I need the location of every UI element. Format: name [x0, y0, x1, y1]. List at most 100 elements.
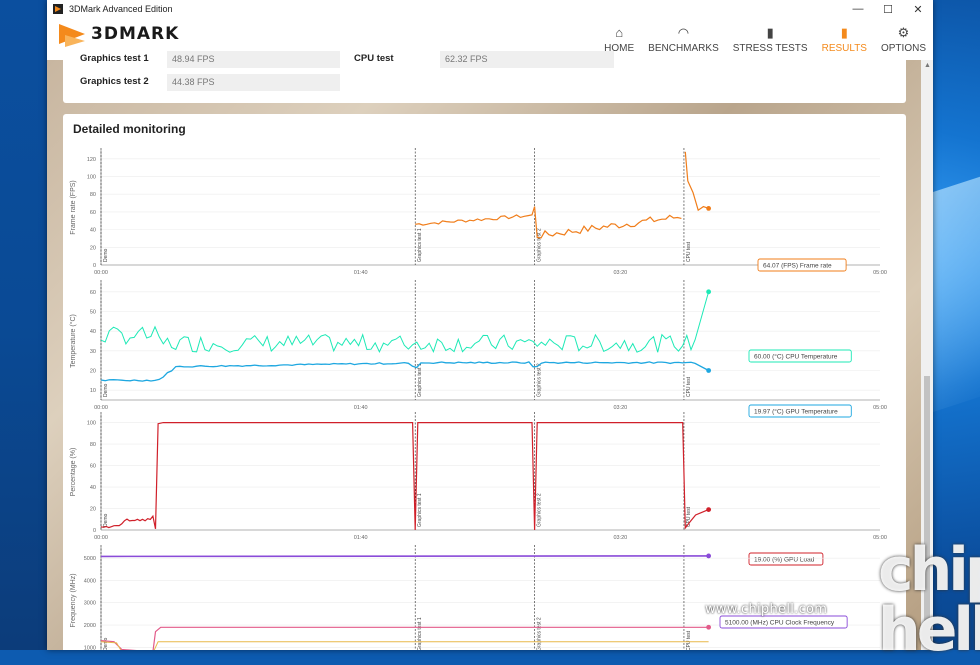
x-tick-label: 00:00: [94, 535, 108, 541]
result-label: CPU test: [354, 53, 394, 64]
y-tick-label: 40: [90, 485, 96, 491]
nav-benchmarks[interactable]: ◠ BENCHMARKS: [641, 18, 726, 60]
window-title: 3DMark Advanced Edition: [69, 4, 173, 14]
results-summary-card: Graphics test 1 48.94 FPS Graphics test …: [63, 51, 906, 103]
y-tick-label: 100: [87, 421, 96, 427]
maximize-button[interactable]: ☐: [873, 3, 903, 16]
wallpaper-light-beam: [930, 167, 980, 413]
y-tick-label: 60: [90, 210, 96, 216]
gpu-temperature-line: [100, 361, 709, 382]
y-tick-label: 1000: [84, 645, 96, 650]
tooltip-text: 19.97 (°C) GPU Temperature: [754, 408, 838, 416]
cpu-temp-end-dot: [706, 289, 712, 295]
x-tick-label: 01:40: [354, 405, 368, 411]
nav-options-label: OPTIONS: [880, 43, 926, 54]
watermark-logo: chiphell: [878, 535, 980, 665]
y-tick-label: 0: [93, 528, 96, 534]
y-tick-label: 60: [90, 464, 96, 470]
monitoring-chart[interactable]: Frame rate (FPS)02040608010012000:00 01:4…: [63, 114, 906, 650]
nav-results[interactable]: ▮ RESULTS: [815, 18, 874, 60]
y-tick-label: 20: [90, 507, 96, 513]
result-value: 44.38 FPS: [167, 74, 340, 91]
x-tick-label: 03:20: [613, 535, 627, 541]
y-tick-label: 0: [93, 263, 96, 269]
tooltip-text: 60.00 (°C) CPU Temperature: [754, 353, 838, 361]
test-marker-label: Demo: [103, 248, 109, 262]
gpu-load-line: [100, 422, 709, 531]
y-tick-label: 5000: [84, 556, 96, 562]
y-tick-label: 100: [87, 175, 96, 181]
test-marker-label: Graphics test 2: [537, 617, 543, 650]
test-marker-label: Graphics test 1: [417, 363, 423, 397]
test-marker-label: Graphics test 2: [537, 363, 543, 397]
cpu-clock-line: [100, 555, 709, 558]
y-axis-label: Temperature (°C): [69, 314, 77, 368]
frame-rate-line-cpu: [684, 151, 709, 212]
gpu-load-end-dot: [706, 507, 712, 512]
result-label: Graphics test 1: [80, 53, 149, 64]
x-tick-label: 01:40: [354, 270, 368, 276]
y-tick-label: 2000: [84, 623, 96, 629]
minimize-button[interactable]: —: [843, 3, 873, 15]
nav-results-label: RESULTS: [821, 43, 867, 54]
logo[interactable]: 3DMARK: [59, 24, 179, 47]
watermark-site: www.chiphell.com: [705, 602, 828, 617]
result-graphics-test-1: Graphics test 1 48.94 FPS: [80, 51, 340, 68]
result-cpu-test: CPU test 62.32 FPS: [354, 51, 614, 68]
y-axis-label: Percentage (%): [70, 448, 77, 497]
y-tick-label: 120: [87, 157, 96, 163]
y-tick-label: 20: [90, 245, 96, 251]
y-tick-label: 40: [90, 228, 96, 234]
y-axis-label: Frame rate (FPS): [70, 180, 77, 234]
y-tick-label: 80: [90, 192, 96, 198]
frame-rate-line: [415, 206, 682, 239]
gear-icon: ⚙: [897, 25, 910, 40]
test-marker-label: Demo: [103, 637, 109, 650]
test-marker-label: Graphics test 2: [537, 493, 543, 527]
test-marker-label: Demo: [103, 513, 109, 527]
close-button[interactable]: ✕: [903, 3, 933, 16]
x-tick-label: 05:00: [873, 405, 887, 411]
detailed-monitoring-card: Detailed monitoring Frame rate (FPS) 0 20 4…: [63, 114, 906, 650]
app-window: 3DMark Advanced Edition — ☐ ✕ 3DMARK ⌂ H…: [47, 0, 933, 650]
y-tick-label: 10: [90, 388, 96, 394]
y-axis-label: Frequency (MHz): [70, 573, 77, 627]
test-marker-label: Graphics test 1: [417, 493, 423, 527]
y-tick-label: 80: [90, 442, 96, 448]
tooltip-text: 64.07 (FPS) Frame rate: [763, 263, 832, 270]
logo-mark-inner: [65, 35, 85, 47]
title-bar: 3DMark Advanced Edition — ☐ ✕: [47, 0, 933, 18]
test-marker-label: CPU test: [686, 630, 692, 650]
x-tick-label: 00:00: [94, 270, 108, 276]
cpu-clock-end-dot: [706, 553, 712, 559]
main-nav: ⌂ HOME ◠ BENCHMARKS ▮ STRESS TESTS ▮ RES…: [597, 18, 933, 60]
chart-icon: ▮: [840, 25, 848, 40]
gauge-icon: ◠: [677, 25, 690, 40]
nav-stress-tests[interactable]: ▮ STRESS TESTS: [726, 18, 815, 60]
scroll-up-icon[interactable]: ▲: [924, 62, 931, 69]
gpu-clock-line: [100, 626, 709, 650]
result-value: 62.32 FPS: [440, 51, 614, 68]
home-icon: ⌂: [615, 25, 624, 40]
test-marker-label: Graphics test 1: [417, 228, 423, 262]
desktop-left-area: [0, 0, 47, 650]
y-tick-label: 40: [90, 329, 96, 335]
app-icon: [53, 4, 63, 14]
result-graphics-test-2: Graphics test 2 44.38 FPS: [80, 74, 340, 91]
test-marker-label: CPU test: [686, 376, 692, 397]
y-tick-label: 20: [90, 369, 96, 375]
nav-stress-tests-label: STRESS TESTS: [732, 43, 808, 54]
y-tick-label: 30: [90, 349, 96, 355]
bars-icon: ▮: [766, 25, 774, 40]
gpu-temp-end-dot: [706, 368, 712, 373]
test-marker-label: Demo: [103, 383, 109, 397]
x-tick-label: 03:20: [613, 405, 627, 411]
y-tick-label: 4000: [84, 578, 96, 584]
test-marker-label: Graphics test 1: [417, 617, 423, 650]
tooltip-text: 19.00 (%) GPU Load: [754, 557, 815, 564]
result-label: Graphics test 2: [80, 76, 149, 87]
x-tick-label: 03:20: [613, 270, 627, 276]
cpu-temperature-line: [100, 291, 710, 354]
nav-options[interactable]: ⚙ OPTIONS: [874, 18, 933, 60]
y-tick-label: 50: [90, 310, 96, 316]
